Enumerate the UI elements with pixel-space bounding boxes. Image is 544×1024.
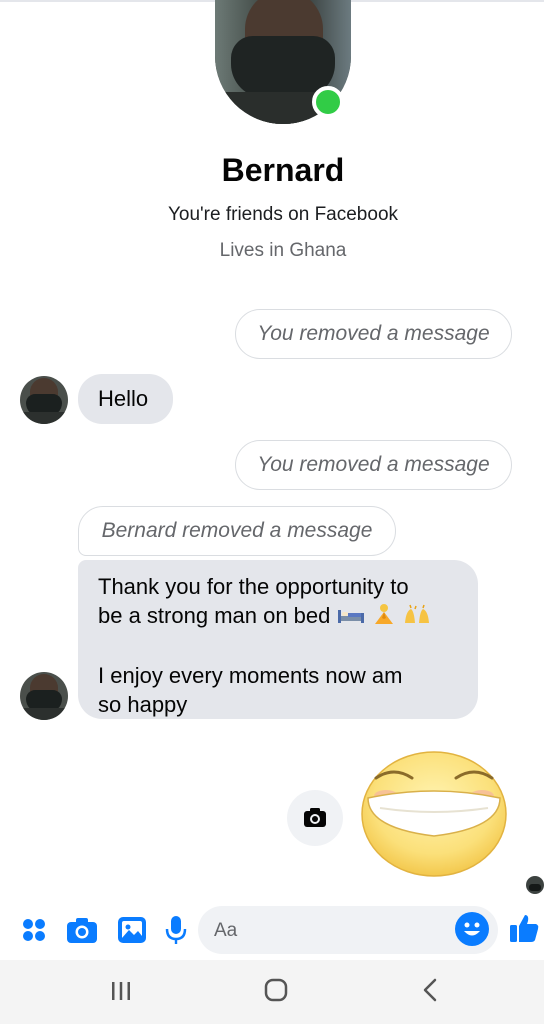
message-text: Hello <box>98 386 149 411</box>
message-bubble-incoming[interactable]: Hello <box>78 374 173 424</box>
camera-reply-button[interactable] <box>287 790 343 846</box>
contact-avatar[interactable] <box>20 672 68 720</box>
contact-avatar[interactable] <box>20 376 68 424</box>
location-text: Lives in Ghana <box>219 240 347 261</box>
recent-apps-icon[interactable] <box>108 978 134 1009</box>
contact-name: Bernard <box>221 152 345 188</box>
microphone-icon[interactable] <box>160 914 192 946</box>
gallery-icon[interactable] <box>116 914 148 946</box>
online-status-indicator <box>312 86 344 118</box>
removed-message-outgoing[interactable]: You removed a message <box>235 440 512 490</box>
back-icon[interactable] <box>418 977 444 1008</box>
camera-icon[interactable] <box>66 914 98 946</box>
message-text-line: be a strong man on bed <box>98 601 458 632</box>
message-input-placeholder: Aa <box>214 920 238 941</box>
grinning-face-sticker[interactable] <box>360 748 508 878</box>
removed-message-incoming[interactable]: Bernard removed a message <box>78 506 396 556</box>
camera-icon <box>304 808 326 827</box>
message-input[interactable]: Aa <box>198 906 498 954</box>
system-navigation-bar <box>0 960 544 1024</box>
home-icon[interactable] <box>263 977 289 1008</box>
menu-dots-icon[interactable] <box>18 914 50 946</box>
seen-receipt-avatar <box>526 876 544 894</box>
message-text-line: Thank you for the opportunity to <box>98 574 409 599</box>
raising-hands-emoji <box>403 603 431 632</box>
message-bubble-incoming[interactable]: Thank you for the opportunity to be a st… <box>78 560 478 719</box>
like-icon[interactable] <box>508 912 540 944</box>
message-text-line: I enjoy every moments now am <box>98 662 403 688</box>
removed-message-outgoing[interactable]: You removed a message <box>235 309 512 359</box>
message-text: be a strong man on bed <box>98 603 331 628</box>
message-text-line: so happy <box>98 691 188 717</box>
emoji-icon[interactable] <box>455 912 489 946</box>
bed-emoji <box>337 603 365 632</box>
friends-status: You're friends on Facebook <box>167 204 399 225</box>
praying-person-emoji <box>371 603 397 632</box>
